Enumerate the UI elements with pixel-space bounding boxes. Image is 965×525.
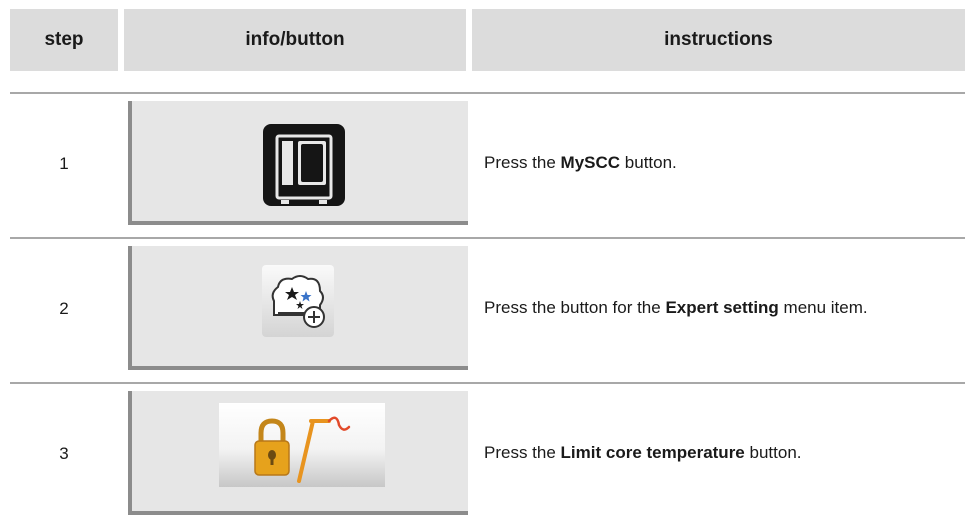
combi-oven-icon xyxy=(275,134,333,204)
table-row: 3 Press the Limit core temperature butto… xyxy=(0,382,965,525)
header-instructions: instructions xyxy=(472,9,965,71)
expert-setting-button[interactable] xyxy=(262,265,334,337)
limit-core-temperature-button[interactable] xyxy=(219,403,385,487)
lock-core-probe-icon xyxy=(254,416,351,483)
instruction-text: Press the Limit core temperature button. xyxy=(484,443,802,463)
step-number: 2 xyxy=(59,298,69,318)
table-header: step info/button instructions xyxy=(0,0,965,80)
step-number: 1 xyxy=(59,153,69,173)
button-panel xyxy=(128,246,468,370)
instruction-text: Press the button for the Expert setting … xyxy=(484,298,868,318)
table-row: 2 Press the button for the Expert settin… xyxy=(0,237,965,380)
button-panel xyxy=(128,391,468,515)
header-step: step xyxy=(10,9,118,71)
table-row: 1 Press the MySCC button. xyxy=(0,92,965,235)
instruction-highlight: MySCC xyxy=(560,153,621,173)
instruction-text: Press the MySCC button. xyxy=(484,153,677,173)
instruction-highlight: Expert setting xyxy=(665,298,779,318)
expert-setting-icon xyxy=(271,275,325,328)
instruction-highlight: Limit core temperature xyxy=(560,443,745,463)
myscc-button[interactable] xyxy=(263,124,345,206)
header-info-button: info/button xyxy=(124,9,466,71)
button-panel xyxy=(128,101,468,225)
step-number: 3 xyxy=(59,443,69,463)
